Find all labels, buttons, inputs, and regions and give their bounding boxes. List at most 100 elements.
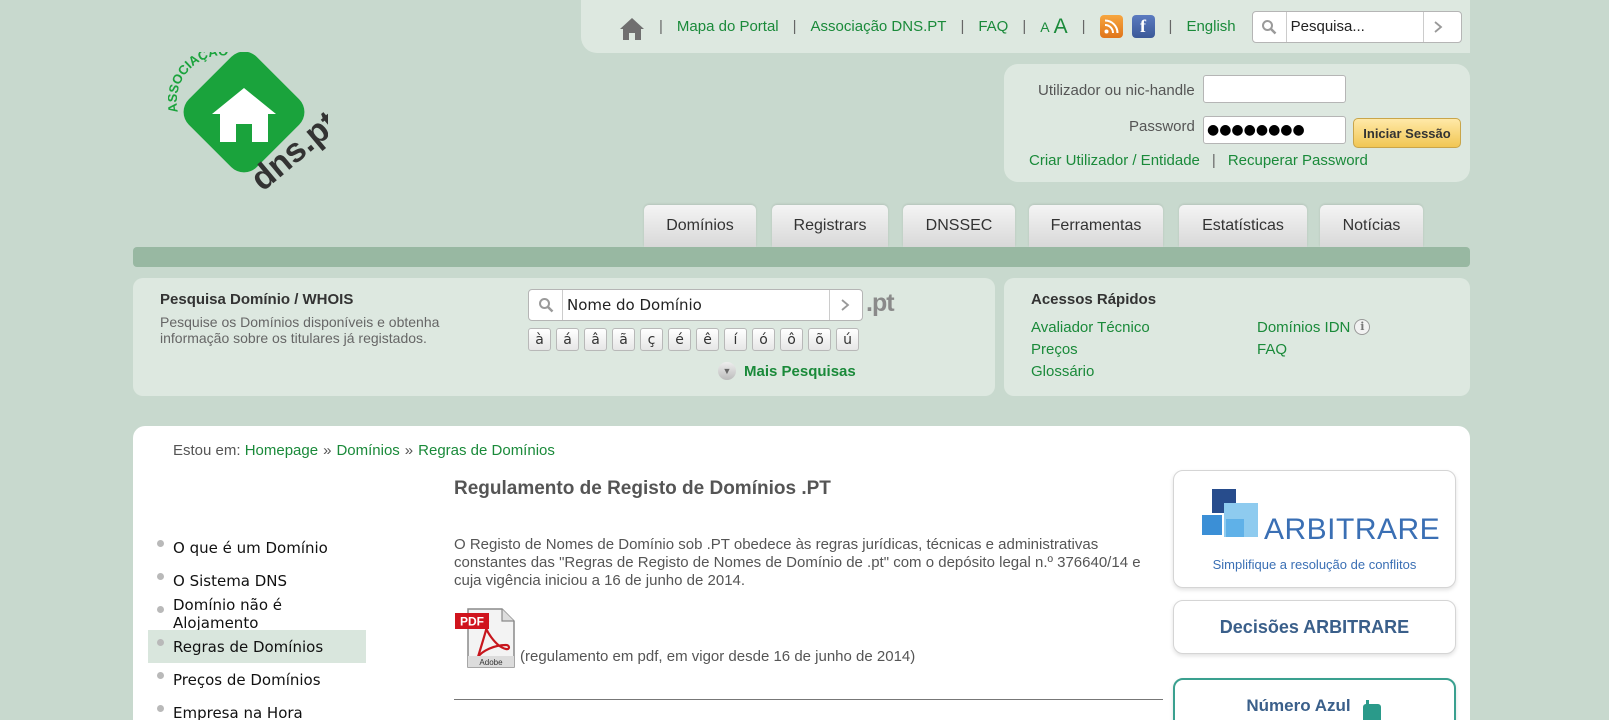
sidebar-item-dns-system[interactable]: O Sistema DNS [148,564,366,597]
blue-number-label: Número Azul [1246,696,1351,715]
link-portal-map[interactable]: Mapa do Portal [677,18,779,35]
more-searches-toggle[interactable]: ▼ Mais Pesquisas [718,362,856,380]
breadcrumb-domain-rules[interactable]: Regras de Domínios [418,442,555,459]
char-button[interactable]: ã [612,328,635,351]
char-button[interactable]: õ [808,328,831,351]
breadcrumb-prefix: Estou em: [173,442,241,459]
breadcrumb-separator: » [404,442,414,459]
tab-dominios[interactable]: Domínios [644,205,756,247]
domain-search-title: Pesquisa Domínio / WHOIS [160,291,354,308]
breadcrumb-domains[interactable]: Domínios [336,442,399,459]
tab-registrars[interactable]: Registrars [772,205,888,247]
arbitrare-decisions-banner[interactable]: Decisões ARBITRARE [1173,600,1456,654]
char-button[interactable]: à [528,328,551,351]
link-idn-domains-label: Domínios IDN [1257,319,1351,336]
article: Regulamento de Registo de Domínios .PT O… [454,478,1167,669]
site-search-input[interactable] [1286,18,1423,35]
main-content: Estou em: Homepage» Domínios» Regras de Do… [133,426,1470,720]
char-button[interactable]: ç [640,328,663,351]
arbitrare-logo-icon [1202,489,1258,537]
font-increase-button[interactable]: A [1054,15,1068,39]
char-button[interactable]: í [724,328,747,351]
home-icon[interactable] [619,16,645,42]
separator: | [659,18,663,35]
password-label: Password [1129,118,1195,135]
link-prices[interactable]: Preços [1031,341,1078,358]
rss-icon[interactable] [1099,15,1123,38]
more-searches-label: Mais Pesquisas [744,362,856,380]
link-association[interactable]: Associação DNS.PT [811,18,947,35]
char-button[interactable]: ê [696,328,719,351]
sidebar-item-what-is-domain[interactable]: O que é um Domínio [148,531,366,564]
char-button[interactable]: á [556,328,579,351]
domain-name-input[interactable] [563,296,829,314]
sidebar-item-company-on-the-spot[interactable]: Empresa na Hora [148,696,366,720]
password-input[interactable] [1203,116,1346,144]
font-decrease-button[interactable]: A [1040,19,1049,35]
login-button[interactable]: Iniciar Sessão [1353,118,1461,148]
create-user-link[interactable]: Criar Utilizador / Entidade [1029,152,1200,169]
pdf-caption: (regulamento em pdf, em vigor desde 16 d… [520,648,916,665]
domain-search-description: Pesquise os Domínios disponíveis e obten… [160,314,440,346]
separator: | [792,18,797,35]
sidebar-nav: O que é um Domínio O Sistema DNS Domínio… [148,531,366,720]
char-button[interactable]: ô [780,328,803,351]
nav-strip [133,247,1470,267]
separator: | [960,18,965,35]
sidebar-item-domain-prices[interactable]: Preços de Domínios [148,663,366,696]
quick-access-title: Acessos Rápidos [1031,291,1157,308]
quick-access-panel: Acessos Rápidos Avaliador Técnico Preços… [1004,278,1470,396]
tab-estatisticas[interactable]: Estatísticas [1179,205,1307,247]
facebook-icon[interactable]: f [1131,15,1155,38]
recover-password-link[interactable]: Recuperar Password [1228,152,1368,169]
username-input[interactable] [1203,75,1346,103]
pdf-icon[interactable]: Adobe PDF [454,607,516,669]
dns-pt-logo[interactable]: ASSOCIAÇÃO dns.pt [165,43,346,202]
separator: | [1022,18,1027,35]
char-button[interactable]: â [584,328,607,351]
link-faq[interactable]: FAQ [978,18,1008,35]
domain-search-panel: Pesquisa Domínio / WHOIS Pesquise os Dom… [133,278,995,396]
article-body: O Registo de Nomes de Domínio sob .PT ob… [454,536,1141,589]
top-utility-bar: | Mapa do Portal | Associação DNS.PT | F… [581,0,1470,53]
site-search-box [1251,10,1462,43]
domain-search-box [528,289,863,321]
page-title: Regulamento de Registo de Domínios .PT [454,478,831,499]
link-quick-faq[interactable]: FAQ [1257,341,1287,358]
info-icon[interactable]: i [1354,319,1371,335]
domain-search-submit-chevron-icon[interactable] [829,290,859,320]
language-link[interactable]: English [1186,18,1235,35]
tab-dnssec[interactable]: DNSSEC [903,205,1015,247]
pdf-brand-text: Adobe [479,658,503,667]
username-label: Utilizador ou nic-handle [1038,82,1195,99]
arbitrare-tagline: Simplifique a resolução de conflitos [1212,557,1417,572]
pdf-download: Adobe PDF (regulamento em pdf, em vigor … [454,607,1167,669]
sidebar-item-domain-not-hosting[interactable]: Domínio não é Alojamento [148,596,366,632]
login-panel: Utilizador ou nic-handle Password Inicia… [1004,64,1470,182]
char-button[interactable]: ú [836,328,859,351]
special-characters-bar: à á â ã ç é ê í ó ô õ ú [528,328,859,351]
search-icon [1253,11,1287,42]
search-icon [529,290,563,320]
search-submit-chevron-icon[interactable] [1422,11,1453,42]
link-idn-domains[interactable]: Domínios IDN i [1257,319,1371,336]
char-button[interactable]: é [668,328,691,351]
char-button[interactable]: ó [752,328,775,351]
separator: | [1211,152,1216,169]
breadcrumb: Estou em: Homepage» Domínios» Regras de Do… [173,442,555,459]
separator: | [1168,18,1173,35]
link-technical-evaluator[interactable]: Avaliador Técnico [1031,319,1150,336]
tab-noticias[interactable]: Notícias [1320,205,1423,247]
arbitrare-name: ARBITRARE [1264,513,1441,546]
blue-number-banner[interactable]: Número Azul [1173,678,1456,720]
separator: | [1081,18,1086,35]
breadcrumb-homepage[interactable]: Homepage [245,442,318,459]
login-links: Criar Utilizador / Entidade | Recuperar Pa… [1029,152,1368,169]
arbitrare-banner[interactable]: ARBITRARE Simplifique a resolução de con… [1173,470,1456,588]
pdf-badge-text: PDF [460,615,484,629]
tab-ferramentas[interactable]: Ferramentas [1029,205,1163,247]
link-glossary[interactable]: Glossário [1031,363,1094,380]
pt-suffix: .pt [866,289,895,317]
divider [454,699,1163,700]
sidebar-item-domain-rules[interactable]: Regras de Domínios [148,630,366,663]
